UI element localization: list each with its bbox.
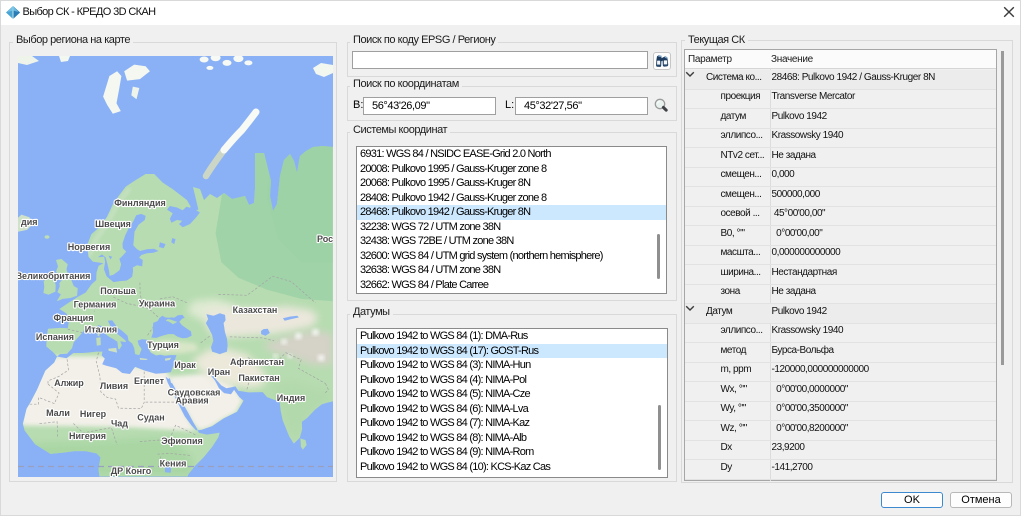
svg-text:Великобритания: Великобритания <box>18 271 90 281</box>
svg-text:ДР Конго: ДР Конго <box>111 466 152 476</box>
svg-text:Кения: Кения <box>160 459 187 469</box>
svg-text:Афганистан: Афганистан <box>230 357 284 367</box>
svg-text:Швеция: Швеция <box>95 219 131 229</box>
svg-text:Испания: Испания <box>36 332 74 342</box>
svg-text:Норвегия: Норвегия <box>68 242 110 252</box>
svg-text:Алжир: Алжир <box>54 378 84 388</box>
svg-text:Россия: Россия <box>317 234 333 244</box>
svg-text:дия: дия <box>21 217 38 227</box>
svg-text:Турция: Турция <box>147 340 179 350</box>
svg-text:Казахстан: Казахстан <box>233 305 278 315</box>
svg-text:Эфиопия: Эфиопия <box>161 436 203 446</box>
svg-text:Пакистан: Пакистан <box>238 373 279 383</box>
svg-text:Украина: Украина <box>139 299 176 309</box>
svg-text:Чад: Чад <box>111 419 128 429</box>
svg-text:Финляндия: Финляндия <box>114 198 166 208</box>
svg-text:Египет: Египет <box>134 376 165 386</box>
svg-text:Аравия: Аравия <box>175 396 208 406</box>
svg-text:Италия: Италия <box>85 325 117 335</box>
svg-text:Нигерия: Нигерия <box>69 431 106 441</box>
svg-text:Германия: Германия <box>74 300 117 310</box>
svg-text:Ливия: Ливия <box>100 381 128 391</box>
svg-text:Польша: Польша <box>100 286 136 296</box>
svg-text:Ирак: Ирак <box>174 360 196 370</box>
svg-text:Судан: Судан <box>137 413 164 423</box>
svg-text:Мали: Мали <box>46 408 70 418</box>
svg-text:Франция: Франция <box>54 313 94 323</box>
svg-text:Нигер: Нигер <box>80 409 107 419</box>
svg-text:Иран: Иран <box>208 367 230 377</box>
svg-text:Индия: Индия <box>277 393 305 403</box>
